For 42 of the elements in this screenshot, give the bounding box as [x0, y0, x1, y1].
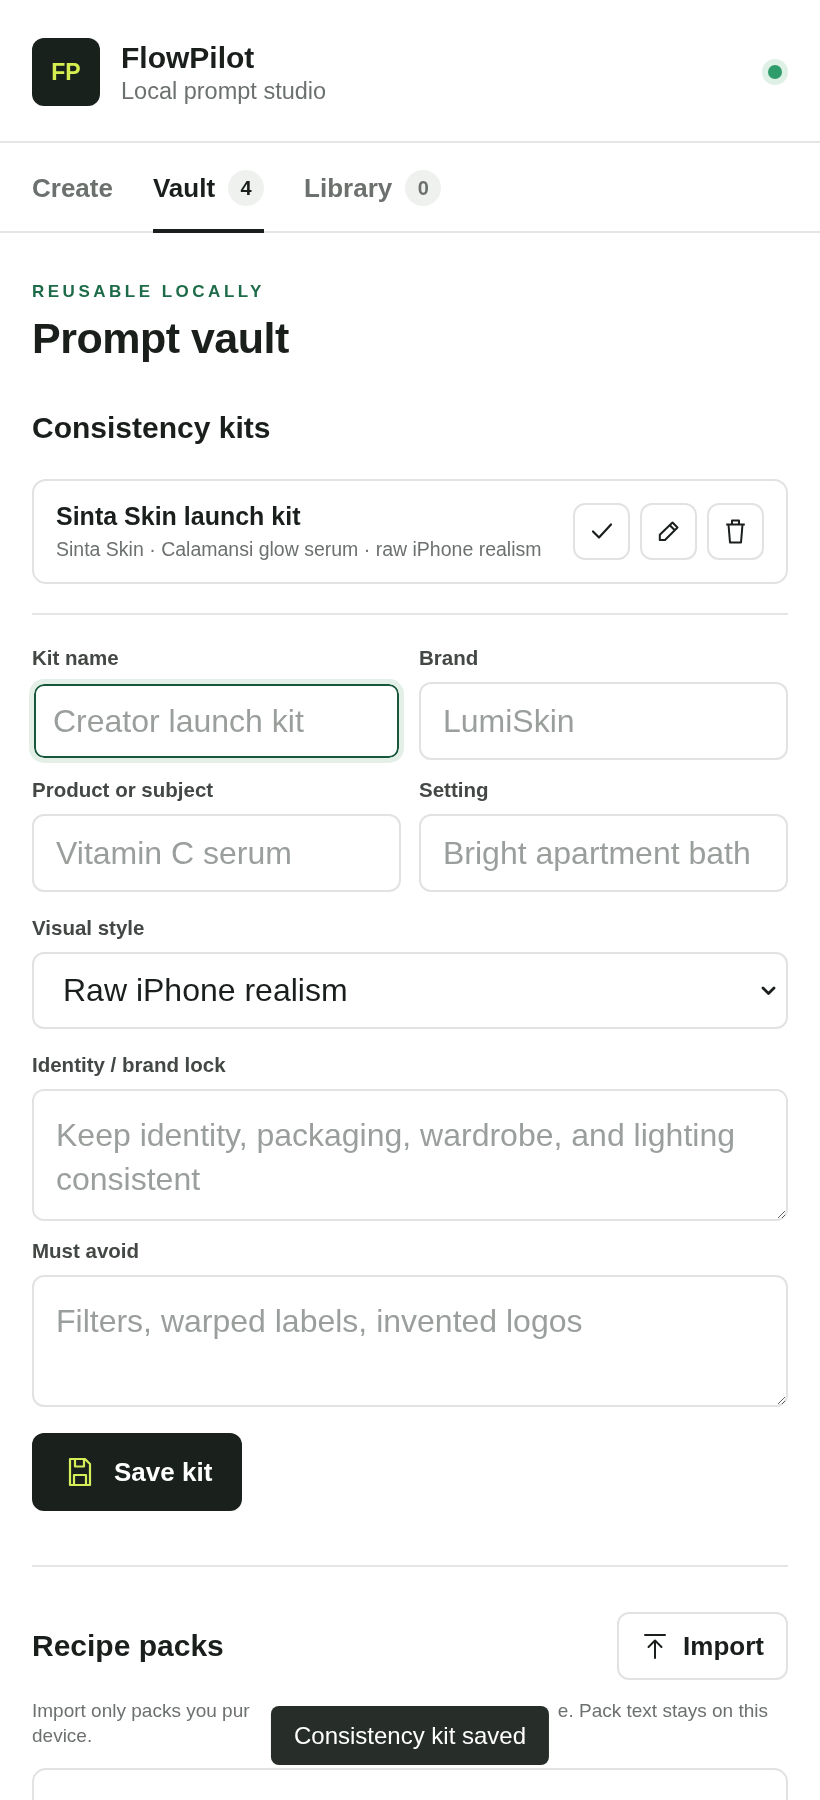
text-area[interactable]: Filters, warped labels, invented logos	[32, 1275, 788, 1407]
app-name: FlowPilot	[121, 39, 256, 75]
text-field[interactable]: Vitamin C serum	[32, 814, 401, 892]
field-label: Brand	[419, 646, 480, 670]
style-dropdown[interactable]: Raw iPhone realism	[32, 952, 788, 1029]
delete-button[interactable]	[707, 502, 764, 560]
tab[interactable]: Vault 4	[152, 143, 265, 233]
check-icon	[590, 522, 613, 540]
section-title: Consistency kits	[32, 410, 272, 446]
text-field[interactable]: Creator launch kit	[29, 679, 404, 763]
permission-note: e. Pack text stays on this	[557, 1699, 768, 1723]
text-field[interactable]: LumiSkin	[419, 682, 788, 760]
permission-note: Import only packs you pur	[32, 1699, 250, 1723]
import-button[interactable]: Import	[617, 1612, 788, 1680]
toast: Consistency kit saved	[270, 1706, 550, 1765]
kit-name: Sinta Skin launch kit	[56, 501, 302, 531]
app-logo: FP	[32, 38, 100, 106]
field-label: Setting	[419, 778, 490, 802]
tab[interactable]: Create	[32, 143, 113, 233]
count-badge: 4	[228, 170, 265, 206]
count-badge: 0	[405, 170, 442, 206]
tab[interactable]: Library 0	[304, 143, 442, 233]
pencil-icon	[657, 519, 680, 543]
upload-icon	[643, 1633, 668, 1659]
text-field[interactable]: Bright apartment bath	[419, 814, 788, 892]
edit-button[interactable]	[640, 502, 697, 560]
field-label: Kit name	[32, 646, 120, 670]
field-label: Product or subject	[32, 778, 215, 802]
chevron-down-icon	[761, 985, 776, 996]
field-label: Must avoid	[32, 1239, 141, 1263]
field-label: Visual style	[32, 916, 146, 940]
section-eyebrow: REUSABLE LOCALLY	[32, 282, 266, 302]
field-label: Identity / brand lock	[32, 1053, 227, 1077]
text-area[interactable]: Keep identity, packaging, wardrobe, and lighting consistent	[32, 1089, 788, 1221]
permission-note: device.	[32, 1724, 93, 1748]
section-title: Recipe packs	[32, 1628, 224, 1664]
trash-icon	[725, 518, 746, 544]
kit-details: Sinta Skin · Calamansi glow serum · raw iPhone realism	[56, 537, 542, 561]
page-title: Prompt vault	[32, 313, 290, 363]
check-button[interactable]	[573, 502, 630, 560]
app-subtitle: Local prompt studio	[121, 76, 327, 105]
save-button[interactable]: Save kit	[32, 1433, 243, 1511]
